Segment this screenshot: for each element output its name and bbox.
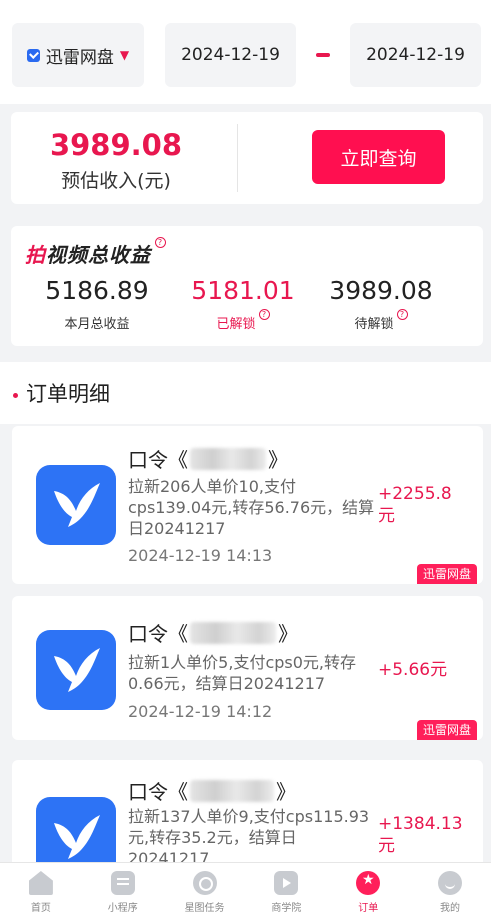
order-amount: +1384.13元 (378, 814, 463, 856)
order-time: 2024-12-19 14:12 (128, 702, 273, 721)
order-title-suffix: 》 (268, 448, 288, 472)
tab-profile[interactable]: 我的 (409, 863, 491, 918)
redacted-text (190, 447, 266, 470)
revenue-title-first: 拍 (25, 243, 46, 267)
order-card[interactable]: 口令《 》 拉新1人单价5,支付cps0元,转存0.66元，结算日20241217… (12, 596, 483, 740)
revenue-title-rest: 视频总收益 (46, 243, 151, 267)
redacted-text (190, 621, 276, 644)
tab-label: 订单 (358, 903, 379, 914)
xunlei-app-icon (36, 797, 116, 870)
help-icon[interactable]: ? (396, 309, 408, 320)
filter-bar: 迅雷网盘 ▼ 2024-12-19 2024-12-19 (0, 0, 491, 104)
stat-value: 5181.01 (191, 276, 295, 305)
query-button[interactable]: 立即查询 (312, 130, 445, 184)
xunlei-app-icon (36, 465, 116, 545)
order-card[interactable]: 口令《 》 拉新206人单价10,支付cps139.04元,转存56.76元，结算… (12, 426, 483, 584)
platform-selector[interactable]: 迅雷网盘 ▼ (12, 23, 144, 87)
stat-unlocked: 5181.01 已解锁? (163, 276, 323, 332)
divider (237, 124, 238, 192)
tab-label: 首页 (30, 903, 51, 914)
tab-label: 商学院 (271, 903, 302, 914)
profile-icon (438, 871, 463, 895)
platform-tag: 迅雷网盘 (416, 564, 477, 584)
end-date-picker[interactable]: 2024-12-19 (350, 23, 481, 87)
start-date-picker[interactable]: 2024-12-19 (165, 23, 296, 87)
tab-label: 我的 (440, 903, 461, 914)
redacted-text (190, 779, 274, 802)
date-range-dash (316, 53, 330, 57)
platform-label: 迅雷网盘 (45, 47, 114, 68)
orders-section-header: 订单明细 (0, 362, 491, 424)
estimate-value: 3989.08 (49, 128, 183, 162)
stat-label-row: 已解锁? (163, 309, 323, 332)
order-description: 拉新137人单价9,支付cps115.93元,转存35.2元，结算日202412… (128, 807, 370, 868)
order-title-prefix: 口令《 (128, 448, 188, 472)
stat-label: 已解锁 (216, 317, 256, 332)
star-map-icon (192, 871, 217, 895)
tab-orders[interactable]: 订单 (327, 863, 409, 918)
order-icon (356, 871, 381, 895)
order-title: 口令《 》 (128, 776, 296, 805)
order-title-prefix: 口令《 (128, 780, 188, 804)
tab-business-school[interactable]: 商学院 (245, 863, 327, 918)
bottom-tab-bar: 首页 小程序 星图任务 商学院 订单 我的 (0, 862, 491, 918)
stat-pending: 3989.08 待解锁? (301, 276, 461, 332)
order-amount: +2255.8元 (378, 484, 452, 526)
chevron-down-icon: ▼ (119, 48, 130, 62)
estimate-label: 预估收入(元) (61, 170, 171, 192)
tab-home[interactable]: 首页 (0, 863, 82, 918)
home-icon (28, 871, 53, 895)
order-amount: +5.66元 (378, 660, 448, 680)
tab-star-map[interactable]: 星图任务 (164, 863, 246, 918)
play-icon (274, 871, 299, 895)
tab-mini-program[interactable]: 小程序 (82, 863, 164, 918)
stat-month-total: 5186.89 本月总收益 (17, 276, 177, 332)
orders-section-title: 订单明细 (26, 382, 110, 406)
stat-value: 5186.89 (45, 276, 149, 305)
stat-label: 待解锁 (354, 317, 394, 332)
order-title: 口令《 》 (128, 444, 288, 473)
xunlei-logo-icon (26, 48, 40, 62)
revenue-title: 拍视频总收益? (25, 237, 166, 268)
stat-value: 3989.08 (329, 276, 433, 305)
help-icon[interactable]: ? (258, 309, 270, 320)
order-title-suffix: 》 (276, 780, 296, 804)
estimate-card: 3989.08 预估收入(元) 立即查询 (11, 112, 483, 204)
stat-label: 本月总收益 (64, 317, 130, 332)
bullet-dot (13, 393, 18, 398)
tab-label: 星图任务 (184, 903, 225, 914)
mini-program-icon (110, 871, 135, 895)
revenue-card: 拍视频总收益? 5186.89 本月总收益 5181.01 已解锁? 3989.… (11, 226, 483, 346)
order-title-prefix: 口令《 (128, 622, 188, 646)
order-title: 口令《 》 (128, 618, 298, 647)
order-card[interactable]: 口令《 》 拉新137人单价9,支付cps115.93元,转存35.2元，结算日2… (12, 760, 483, 870)
platform-tag: 迅雷网盘 (416, 720, 477, 740)
order-description: 拉新206人单价10,支付cps139.04元,转存56.76元，结算日2024… (128, 477, 375, 538)
help-icon[interactable]: ? (155, 237, 166, 248)
order-title-suffix: 》 (278, 622, 298, 646)
order-time: 2024-12-19 14:13 (128, 546, 273, 565)
xunlei-app-icon (36, 630, 116, 710)
order-description: 拉新1人单价5,支付cps0元,转存0.66元，结算日20241217 (128, 653, 357, 693)
tab-label: 小程序 (107, 903, 138, 914)
stat-label-row: 待解锁? (301, 309, 461, 332)
